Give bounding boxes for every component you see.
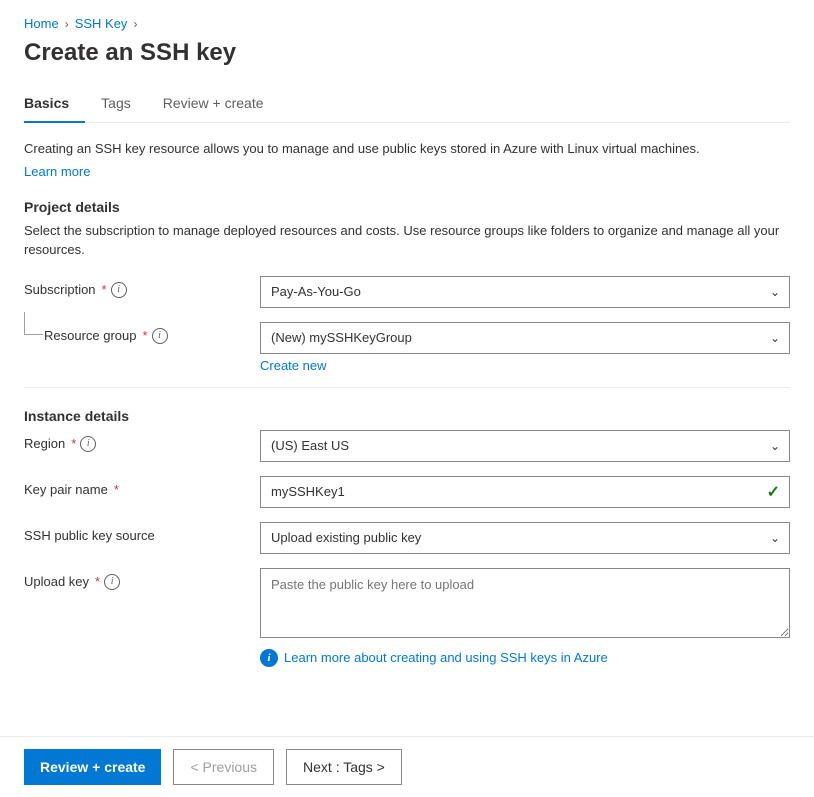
region-label: Region — [24, 436, 65, 451]
ssh-source-select[interactable]: Upload existing public key — [260, 522, 790, 554]
instance-details-title: Instance details — [24, 408, 790, 424]
breadcrumb: Home › SSH Key › — [24, 16, 790, 31]
breadcrumb-sep1: › — [65, 17, 69, 31]
key-pair-name-check-icon: ✓ — [767, 482, 780, 502]
key-pair-name-input-wrapper: ✓ — [260, 476, 790, 508]
tab-tags[interactable]: Tags — [85, 87, 147, 123]
subscription-required: * — [102, 282, 107, 297]
create-new-link[interactable]: Create new — [260, 358, 326, 373]
resource-group-select[interactable]: (New) mySSHKeyGroup — [260, 322, 790, 354]
subscription-label-col: Subscription * i — [24, 276, 244, 298]
upload-key-control: i Learn more about creating and using SS… — [260, 568, 790, 667]
region-required: * — [71, 436, 76, 451]
breadcrumb-sep2: › — [133, 17, 137, 31]
review-create-button[interactable]: Review + create — [24, 749, 161, 785]
tab-basics[interactable]: Basics — [24, 87, 85, 123]
resource-group-info-icon[interactable]: i — [152, 328, 168, 344]
tabs-container: Basics Tags Review + create — [24, 87, 790, 123]
learn-more-ssh-link[interactable]: Learn more about creating and using SSH … — [284, 650, 608, 665]
upload-key-textarea[interactable] — [260, 568, 790, 638]
resource-group-label: Resource group — [44, 328, 137, 343]
subscription-info-icon[interactable]: i — [111, 282, 127, 298]
upload-key-info-icon[interactable]: i — [104, 574, 120, 590]
main-content: Home › SSH Key › Create an SSH key Basic… — [0, 0, 814, 736]
project-details-title: Project details — [24, 199, 790, 215]
previous-button[interactable]: < Previous — [173, 749, 274, 785]
tab-review-create[interactable]: Review + create — [147, 87, 280, 123]
project-details-desc: Select the subscription to manage deploy… — [24, 221, 790, 260]
region-info-icon[interactable]: i — [80, 436, 96, 452]
ssh-source-label-col: SSH public key source — [24, 522, 244, 543]
next-button[interactable]: Next : Tags > — [286, 749, 402, 785]
page-wrapper: Home › SSH Key › Create an SSH key Basic… — [0, 0, 814, 797]
region-select-wrapper: (US) East US ⌄ — [260, 430, 790, 462]
upload-key-textarea-wrapper — [260, 568, 790, 641]
subscription-label: Subscription — [24, 282, 96, 297]
subscription-select-wrapper: Pay-As-You-Go ⌄ — [260, 276, 790, 308]
upload-key-label-col: Upload key * i — [24, 568, 244, 590]
key-pair-name-label-col: Key pair name * — [24, 476, 244, 497]
key-pair-name-input[interactable] — [260, 476, 790, 508]
region-label-col: Region * i — [24, 430, 244, 452]
subscription-row: Subscription * i Pay-As-You-Go ⌄ — [24, 276, 790, 308]
region-row: Region * i (US) East US ⌄ — [24, 430, 790, 462]
ssh-source-select-wrapper: Upload existing public key ⌄ — [260, 522, 790, 554]
resource-group-row: Resource group * i (New) mySSHKeyGroup ⌄… — [24, 322, 790, 373]
subscription-control: Pay-As-You-Go ⌄ — [260, 276, 790, 308]
breadcrumb-home[interactable]: Home — [24, 16, 59, 31]
page-title: Create an SSH key — [24, 39, 790, 67]
upload-key-label: Upload key — [24, 574, 89, 589]
region-select[interactable]: (US) East US — [260, 430, 790, 462]
learn-more-ssh: i Learn more about creating and using SS… — [260, 649, 790, 667]
breadcrumb-ssh-key[interactable]: SSH Key — [75, 16, 128, 31]
footer-bar: Review + create < Previous Next : Tags > — [0, 736, 814, 797]
resource-group-required: * — [143, 328, 148, 343]
info-circle-blue-icon: i — [260, 649, 278, 667]
upload-key-row: Upload key * i i Learn more about creati… — [24, 568, 790, 667]
key-pair-name-label: Key pair name — [24, 482, 108, 497]
resource-group-label-col: Resource group * i — [24, 322, 244, 344]
intro-text: Creating an SSH key resource allows you … — [24, 139, 790, 159]
section-divider — [24, 387, 790, 388]
resource-group-control: (New) mySSHKeyGroup ⌄ Create new — [260, 322, 790, 373]
key-pair-name-control: ✓ — [260, 476, 790, 508]
key-pair-name-row: Key pair name * ✓ — [24, 476, 790, 508]
ssh-source-row: SSH public key source Upload existing pu… — [24, 522, 790, 554]
region-control: (US) East US ⌄ — [260, 430, 790, 462]
ssh-source-label: SSH public key source — [24, 528, 155, 543]
ssh-source-control: Upload existing public key ⌄ — [260, 522, 790, 554]
resource-group-select-wrapper: (New) mySSHKeyGroup ⌄ — [260, 322, 790, 354]
key-pair-name-required: * — [114, 482, 119, 497]
upload-key-required: * — [95, 574, 100, 589]
learn-more-link[interactable]: Learn more — [24, 164, 90, 179]
subscription-select[interactable]: Pay-As-You-Go — [260, 276, 790, 308]
